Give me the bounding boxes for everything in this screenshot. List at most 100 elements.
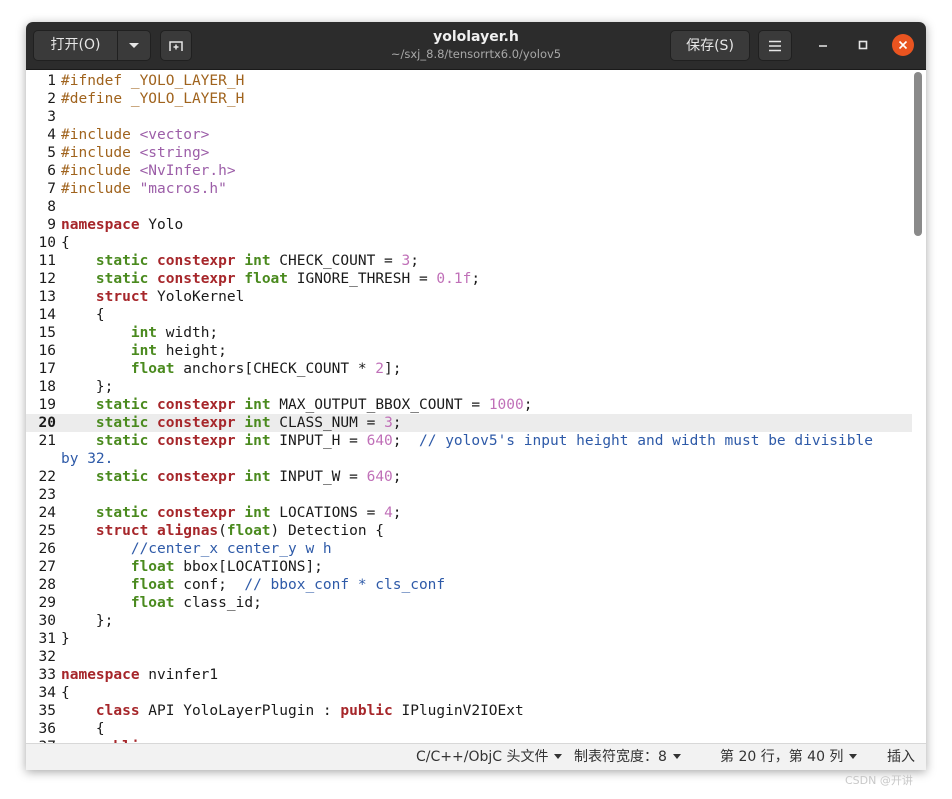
line-number: 33	[38, 667, 56, 683]
code-token: float	[226, 523, 271, 539]
tab-width-selector[interactable]: 制表符宽度：8	[574, 744, 681, 770]
code-token: INPUT_H =	[270, 433, 367, 449]
code-token: #include	[61, 181, 140, 197]
code-line[interactable]: 31}	[26, 630, 912, 648]
line-number: 29	[38, 595, 56, 611]
code-line[interactable]: 19 static constexpr int MAX_OUTPUT_BBOX_…	[26, 396, 912, 414]
code-line[interactable]: 2 #define _YOLO_LAYER_H	[26, 90, 912, 108]
minimize-button[interactable]	[812, 34, 834, 56]
code-line[interactable]: 23	[26, 486, 912, 504]
code-text: float bbox[LOCATIONS];	[61, 559, 323, 575]
line-number: 17	[38, 361, 56, 377]
code-token: int	[244, 469, 271, 485]
code-token: constexpr	[157, 415, 236, 431]
code-line[interactable]: 34 {	[26, 684, 912, 702]
code-token: constexpr	[157, 505, 236, 521]
code-line[interactable]: 25 struct alignas(float) Detection {	[26, 522, 912, 540]
code-line[interactable]: 7 #include "macros.h"	[26, 180, 912, 198]
code-token: static	[95, 397, 149, 413]
code-token: ;	[392, 415, 402, 431]
code-line[interactable]: 24 static constexpr int LOCATIONS = 4;	[26, 504, 912, 522]
code-line[interactable]: 14 {	[26, 306, 912, 324]
code-token: static	[95, 253, 149, 269]
new-tab-button[interactable]	[160, 30, 192, 61]
code-token: 640	[366, 469, 393, 485]
code-line[interactable]: 8	[26, 198, 912, 216]
close-button[interactable]	[892, 34, 914, 56]
hamburger-menu-icon	[769, 40, 781, 52]
open-button-group: 打开(O)	[33, 30, 151, 61]
code-token: 3	[384, 415, 393, 431]
code-token: by 32.	[61, 451, 114, 467]
code-line[interactable]: 29 float class_id;	[26, 594, 912, 612]
code-line[interactable]: 32	[26, 648, 912, 666]
code-token: constexpr	[157, 253, 236, 269]
cursor-position[interactable]: 第 20 行，第 40 列	[720, 744, 858, 770]
code-token: height;	[157, 343, 227, 359]
title-area: yololayer.h ~/sxj_8.8/tensorrtx6.0/yolov…	[326, 28, 626, 62]
chevron-down-icon	[849, 753, 858, 759]
code-line[interactable]: 12 static constexpr float IGNORE_THRESH …	[26, 270, 912, 288]
open-button[interactable]: 打开(O)	[34, 31, 118, 60]
code-editor[interactable]: 1 #ifndef _YOLO_LAYER_H 2 #define _YOLO_LAY…	[26, 70, 926, 743]
code-text: {	[61, 721, 105, 737]
code-text: #ifndef _YOLO_LAYER_H	[61, 73, 244, 89]
line-number: 36	[38, 721, 56, 737]
code-token: LOCATIONS =	[270, 505, 385, 521]
line-number: 5	[47, 145, 56, 161]
code-line[interactable]: 10 {	[26, 234, 912, 252]
code-token: float	[244, 271, 289, 287]
save-button[interactable]: 保存(S)	[670, 30, 750, 61]
line-number: 10	[38, 235, 56, 251]
code-line[interactable]: 13 struct YoloKernel	[26, 288, 912, 306]
code-line[interactable]: 36 {	[26, 720, 912, 738]
code-line[interactable]: 9 namespace Yolo	[26, 216, 912, 234]
code-line[interactable]: 16 int height;	[26, 342, 912, 360]
open-recent-dropdown[interactable]	[118, 31, 150, 60]
code-line[interactable]: 21 static constexpr int INPUT_H = 640; /…	[26, 432, 912, 450]
code-line-wrap[interactable]: by 32.	[61, 450, 926, 468]
line-number: 6	[47, 163, 56, 179]
code-line[interactable]: 15 int width;	[26, 324, 912, 342]
code-token: // bbox_conf * cls_conf	[244, 577, 446, 593]
code-line[interactable]: 4 #include <vector>	[26, 126, 912, 144]
code-line[interactable]: 3	[26, 108, 912, 126]
menu-button[interactable]	[758, 30, 792, 61]
editor-window: 打开(O) yololayer.h ~/sxj_8.8/tensorrtx6.0…	[26, 22, 926, 770]
code-line[interactable]: 1 #ifndef _YOLO_LAYER_H	[26, 72, 912, 90]
code-line[interactable]: 30 };	[26, 612, 912, 630]
line-number: 1	[47, 73, 56, 89]
code-token: {	[61, 685, 70, 701]
code-text: by 32.	[61, 451, 113, 467]
code-line[interactable]: 18 };	[26, 378, 912, 396]
line-number: 23	[38, 487, 56, 503]
code-line[interactable]: 6 #include <NvInfer.h>	[26, 162, 912, 180]
language-selector[interactable]: C/C++/ObjC 头文件	[416, 744, 563, 770]
code-text: namespace Yolo	[61, 217, 183, 233]
code-line[interactable]: 17 float anchors[CHECK_COUNT * 2];	[26, 360, 912, 378]
code-line[interactable]: 11 static constexpr int CHECK_COUNT = 3;	[26, 252, 912, 270]
code-token: <NvInfer.h>	[139, 163, 236, 179]
code-token: static	[95, 505, 149, 521]
code-line[interactable]: 20 static constexpr int CLASS_NUM = 3;	[26, 414, 912, 432]
code-token: 1000	[488, 397, 524, 413]
code-text: struct alignas(float) Detection {	[61, 523, 384, 539]
maximize-button[interactable]	[852, 34, 874, 56]
code-line[interactable]: 27 float bbox[LOCATIONS];	[26, 558, 912, 576]
code-text: #define _YOLO_LAYER_H	[61, 91, 244, 107]
code-line[interactable]: 26 //center_x center_y w h	[26, 540, 912, 558]
code-line[interactable]: 22 static constexpr int INPUT_W = 640;	[26, 468, 912, 486]
code-line[interactable]: 35 class API YoloLayerPlugin : public IP…	[26, 702, 912, 720]
code-line[interactable]: 5 #include <string>	[26, 144, 912, 162]
code-line[interactable]: 33 namespace nvinfer1	[26, 666, 912, 684]
code-line[interactable]: 28 float conf; // bbox_conf * cls_conf	[26, 576, 912, 594]
vertical-scrollbar[interactable]	[914, 72, 922, 236]
